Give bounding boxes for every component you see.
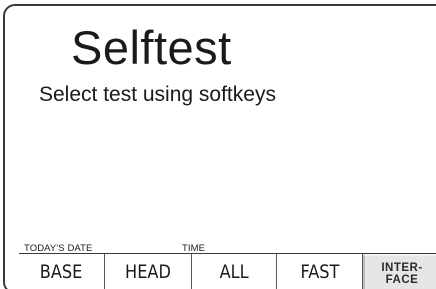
head-softkey[interactable]: HEAD [105,254,192,289]
softkey-bar: BASE HEAD ALL FAST INTER- FACE [19,253,436,289]
interface-softkey-line1: INTER- [381,261,423,274]
base-softkey-label: BASE [40,260,83,283]
screen-title: Selftest [71,21,232,74]
fast-softkey-label: FAST [300,260,339,283]
all-softkey[interactable]: ALL [192,254,277,289]
fast-softkey[interactable]: FAST [277,254,363,289]
interface-softkey[interactable]: INTER- FACE [363,254,436,289]
interface-softkey-label: INTER- FACE [381,262,422,286]
interface-softkey-line2: FACE [385,273,419,286]
base-softkey[interactable]: BASE [19,254,105,289]
head-softkey-label: HEAD [125,260,171,283]
screen-instruction: Select test using softkeys [39,83,276,106]
all-softkey-label: ALL [219,260,249,283]
